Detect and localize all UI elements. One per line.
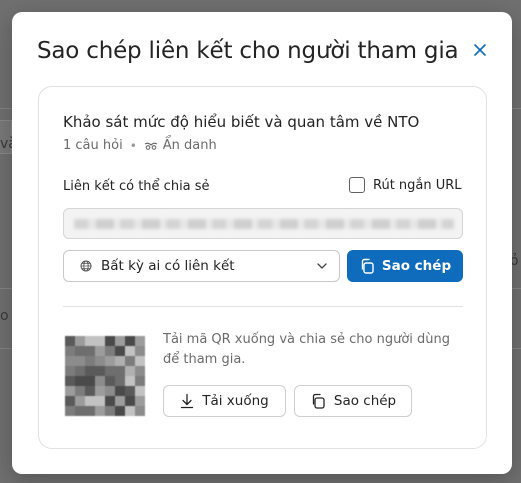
share-card: Khảo sát mức độ hiểu biết và quan tâm về… [38, 86, 487, 449]
anonymous-icon [144, 141, 158, 151]
access-dropdown[interactable]: Bất kỳ ai có liên kết [63, 250, 340, 282]
copy-link-label: Sao chép [381, 258, 452, 274]
shorten-url-label: Rút ngắn URL [373, 177, 462, 193]
access-selected-value: Bất kỳ ai có liên kết [101, 258, 235, 274]
anonymous-label: Ẩn danh [162, 138, 217, 153]
qr-description: Tải mã QR xuống và chia sẻ cho người dùn… [163, 332, 450, 367]
copy-icon [359, 258, 375, 274]
survey-title: Khảo sát mức độ hiểu biết và quan tâm về… [63, 113, 420, 131]
qr-code-image [65, 336, 145, 416]
close-button[interactable] [470, 40, 490, 60]
shareable-link-label: Liên kết có thể chia sẻ [63, 179, 210, 194]
download-icon [180, 393, 194, 409]
close-icon [474, 44, 486, 56]
share-url-field[interactable] [63, 208, 463, 239]
section-divider [63, 306, 463, 307]
dialog-title: Sao chép liên kết cho người tham gia [37, 38, 459, 64]
download-qr-button[interactable]: Tải xuống [163, 385, 286, 417]
share-link-dialog: Sao chép liên kết cho người tham gia Khả… [12, 12, 512, 474]
question-count: 1 câu hỏi [63, 138, 123, 153]
meta-separator: • [129, 138, 137, 153]
redacted-url [74, 219, 454, 229]
survey-meta: 1 câu hỏi • Ẩn danh [63, 138, 217, 153]
copy-icon [310, 393, 326, 409]
copy-qr-label: Sao chép [333, 393, 397, 409]
download-label: Tải xuống [202, 393, 269, 409]
shorten-url-option[interactable]: Rút ngắn URL [349, 177, 462, 193]
chevron-down-icon [316, 260, 328, 272]
copy-qr-button[interactable]: Sao chép [294, 385, 412, 417]
background-text: o [0, 308, 9, 324]
copy-link-button[interactable]: Sao chép [347, 250, 463, 282]
globe-icon [80, 260, 92, 272]
shorten-url-checkbox[interactable] [349, 177, 365, 193]
